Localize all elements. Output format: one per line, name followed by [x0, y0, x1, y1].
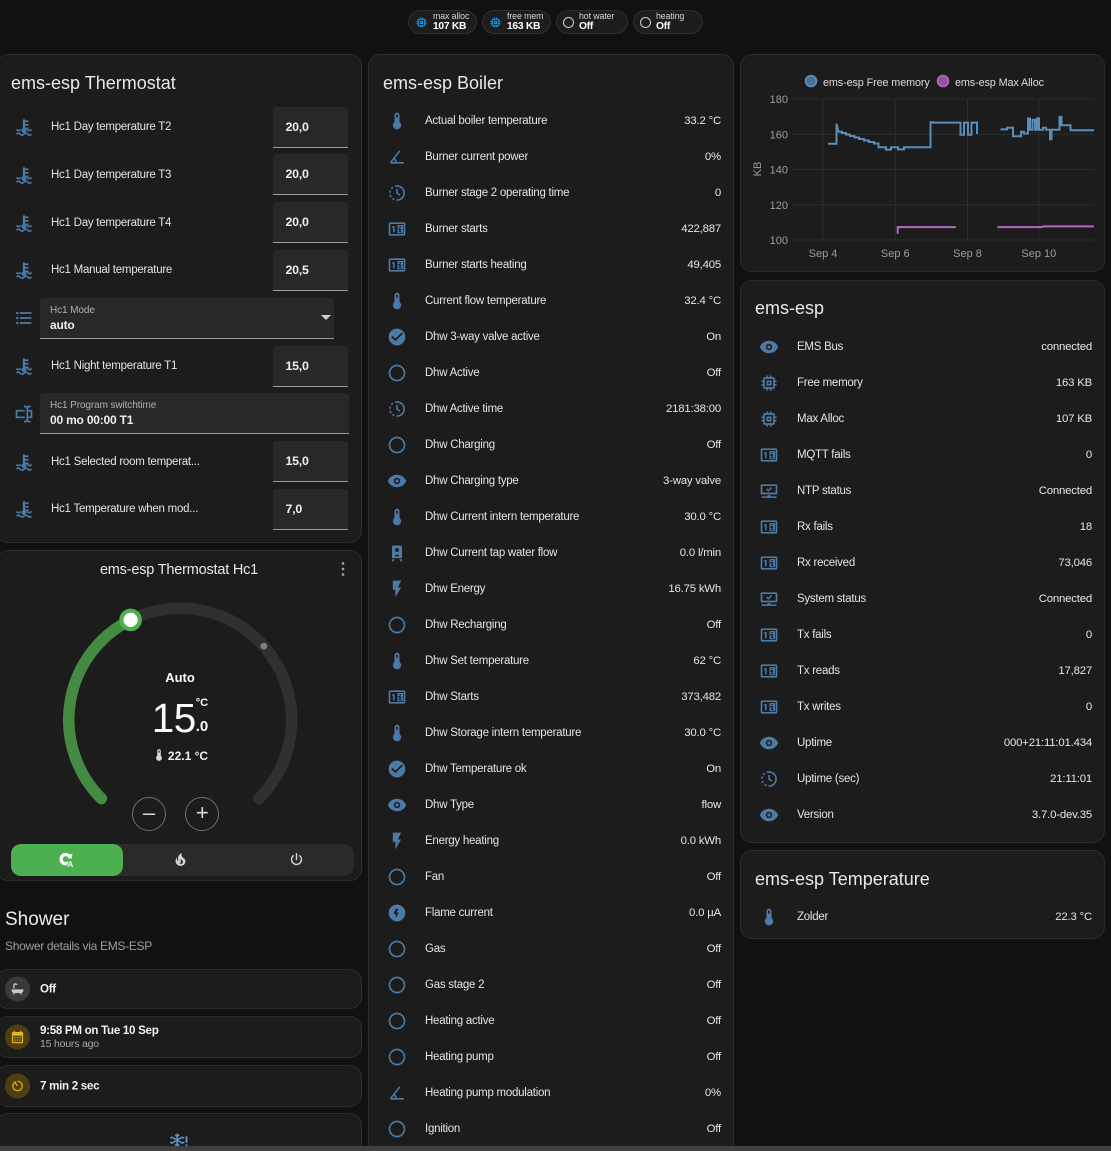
- svg-text:160: 160: [770, 129, 788, 141]
- svg-text:A: A: [67, 860, 73, 869]
- svg-text:Sep 4: Sep 4: [809, 248, 838, 260]
- svg-text:Sep 8: Sep 8: [953, 248, 982, 260]
- svg-text:120: 120: [770, 200, 788, 212]
- svg-text:Sep 10: Sep 10: [1021, 248, 1056, 260]
- svg-text:ems-esp Max Alloc: ems-esp Max Alloc: [955, 77, 1045, 89]
- svg-text:Sep 6: Sep 6: [881, 248, 910, 260]
- svg-text:180: 180: [770, 94, 788, 106]
- svg-text:KB: KB: [752, 162, 764, 177]
- svg-text:100: 100: [770, 235, 788, 247]
- svg-text:140: 140: [770, 165, 788, 177]
- svg-text:ems-esp Free memory: ems-esp Free memory: [823, 77, 930, 89]
